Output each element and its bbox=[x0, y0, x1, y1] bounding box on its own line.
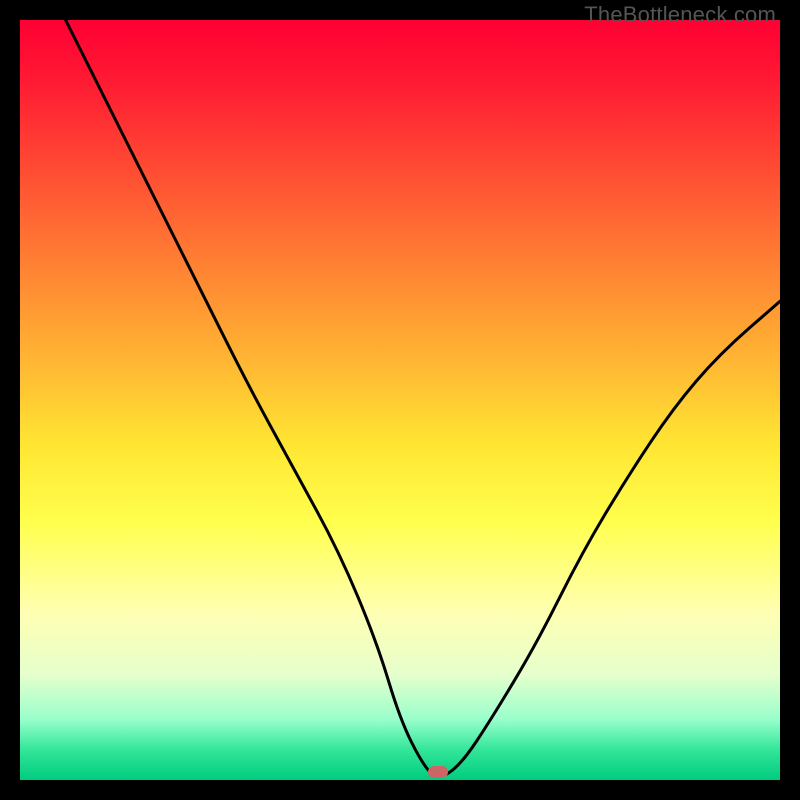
chart-frame: TheBottleneck.com bbox=[0, 0, 800, 800]
watermark-text: TheBottleneck.com bbox=[584, 2, 776, 28]
bottleneck-curve bbox=[66, 20, 780, 776]
optimal-point-marker bbox=[428, 766, 448, 778]
plot-area bbox=[20, 20, 780, 780]
curve-svg bbox=[20, 20, 780, 780]
